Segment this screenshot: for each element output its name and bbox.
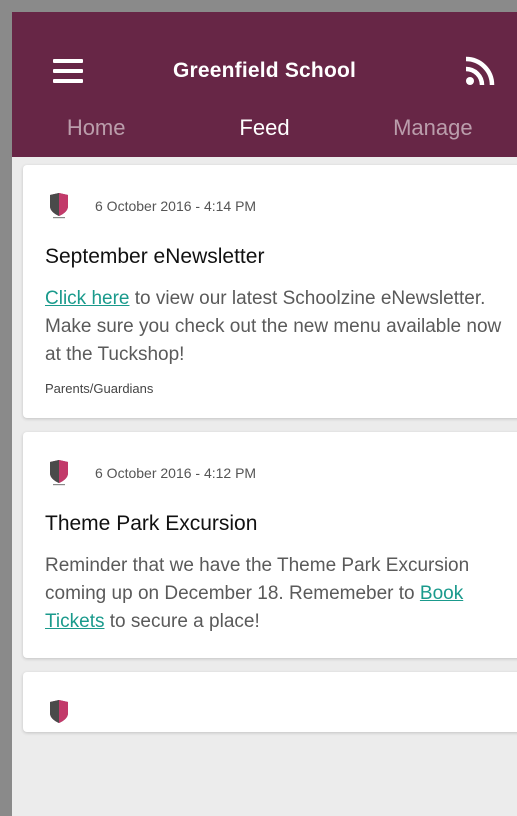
post-date: 6 October 2016 - 4:12 PM <box>95 465 257 481</box>
post-title: September eNewsletter <box>45 245 265 268</box>
app-title: Greenfield School <box>172 59 357 82</box>
rss-feed-icon[interactable] <box>465 56 495 86</box>
post-date: 6 October 2016 - 4:14 PM <box>95 198 257 214</box>
click-here-link[interactable]: Click here <box>45 288 129 309</box>
feed-card[interactable]: 6 October 2016 - 4:14 PM September eNews… <box>23 165 517 418</box>
tab-bar: Home Feed Manage <box>12 112 517 157</box>
phone-screen: Greenfield School Home Feed Manage 6 Oct… <box>12 12 517 816</box>
post-body: Click here to view our latest Schoolzine… <box>45 285 509 369</box>
school-shield-icon <box>50 193 68 219</box>
post-audience: Parents/Guardians <box>45 381 154 396</box>
app-bar: Greenfield School Home Feed Manage <box>12 12 517 157</box>
tab-home[interactable]: Home <box>12 112 180 157</box>
post-body: Reminder that we have the Theme Park Exc… <box>45 552 509 636</box>
card-header: 6 October 2016 - 4:14 PM <box>45 191 509 221</box>
card-header <box>45 698 509 728</box>
post-body-text: Reminder that we have the Theme Park Exc… <box>45 555 470 604</box>
tab-manage[interactable]: Manage <box>349 112 517 157</box>
feed-list: 6 October 2016 - 4:14 PM September eNews… <box>12 157 517 732</box>
tab-feed[interactable]: Feed <box>180 112 348 157</box>
post-body-text-end: to secure a place! <box>104 611 260 632</box>
post-title: Theme Park Excursion <box>45 512 258 535</box>
feed-card-partial[interactable] <box>23 672 517 732</box>
school-shield-icon <box>50 460 68 486</box>
school-shield-icon <box>50 700 68 723</box>
feed-card[interactable]: 6 October 2016 - 4:12 PM Theme Park Excu… <box>23 432 517 658</box>
card-header: 6 October 2016 - 4:12 PM <box>45 458 509 488</box>
